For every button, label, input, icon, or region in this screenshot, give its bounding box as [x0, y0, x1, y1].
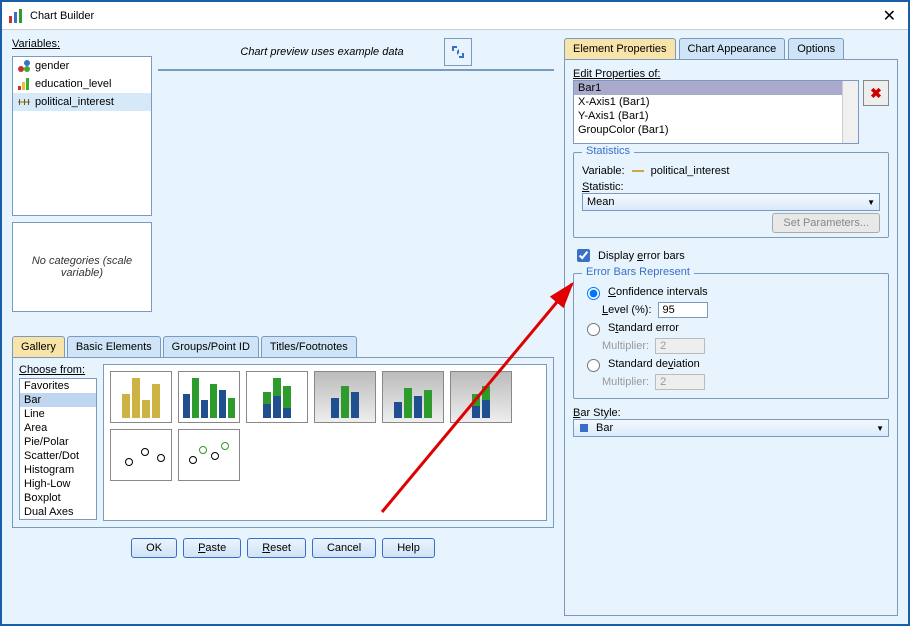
chart-type-dualaxes[interactable]: Dual Axes: [20, 505, 96, 519]
bar-icon: [578, 422, 590, 434]
scale-icon: [631, 164, 645, 178]
properties-listbox[interactable]: Bar1 X-Axis1 (Bar1) Y-Axis1 (Bar1) Group…: [573, 80, 859, 144]
chevron-down-icon: ▼: [876, 424, 884, 433]
tab-chart-appearance[interactable]: Chart Appearance: [679, 38, 786, 59]
chart-type-list[interactable]: Favorites Bar Line Area Pie/Polar Scatte…: [19, 378, 97, 520]
bar-style-label: Bar Style:: [573, 407, 889, 419]
cancel-button[interactable]: Cancel: [312, 538, 376, 558]
thumb-clustered-bar[interactable]: [178, 371, 240, 423]
radio-standard-deviation[interactable]: Standard deviation: [582, 356, 880, 372]
tab-options[interactable]: Options: [788, 38, 844, 59]
bar-style-value: Bar: [596, 422, 613, 434]
thumb-3d-stacked[interactable]: [450, 371, 512, 423]
chart-type-line[interactable]: Line: [20, 407, 96, 421]
gallery-thumbs: [103, 364, 547, 521]
chart-type-area[interactable]: Area: [20, 421, 96, 435]
radio-input[interactable]: [587, 359, 600, 372]
checkbox-input[interactable]: [577, 249, 590, 262]
chart-type-boxplot[interactable]: Boxplot: [20, 491, 96, 505]
lb-bar1[interactable]: Bar1: [574, 81, 858, 95]
statistics-group: Statistics Variable: political_interest …: [573, 152, 889, 238]
chart-type-histogram[interactable]: Histogram: [20, 463, 96, 477]
thumb-3d-clustered[interactable]: [382, 371, 444, 423]
scrollbar[interactable]: [842, 81, 858, 143]
no-categories-box: No categories (scale variable): [12, 222, 152, 312]
var-gender[interactable]: gender: [13, 57, 151, 75]
tab-element-properties[interactable]: Element Properties: [564, 38, 676, 59]
radio-standard-error[interactable]: Standard error: [582, 320, 880, 336]
choose-from-label: Choose from:: [19, 364, 97, 376]
properties-tabs: Element Properties Chart Appearance Opti…: [564, 38, 898, 59]
group-title: Statistics: [582, 145, 634, 157]
radio-input[interactable]: [587, 323, 600, 336]
tab-titles-footnotes[interactable]: Titles/Footnotes: [261, 336, 357, 357]
var-label-text: education_level: [35, 78, 111, 90]
ok-button[interactable]: OK: [131, 538, 177, 558]
thumb-simple-bar[interactable]: [110, 371, 172, 423]
chevron-down-icon: ▼: [867, 198, 875, 207]
app-icon: [8, 8, 24, 24]
reset-button[interactable]: Reset: [247, 538, 306, 558]
thumb-stacked-bar[interactable]: [246, 371, 308, 423]
chart-type-scatter[interactable]: Scatter/Dot: [20, 449, 96, 463]
help-button[interactable]: Help: [382, 538, 435, 558]
scale-icon: [17, 95, 31, 109]
variable-label: Variable:: [582, 165, 625, 177]
bar-style-combo[interactable]: Bar ▼: [573, 419, 889, 437]
chart-type-highlow[interactable]: High-Low: [20, 477, 96, 491]
set-parameters-button: Set Parameters...: [772, 213, 880, 233]
variables-label: Variables:: [12, 38, 152, 50]
radio-confidence-intervals[interactable]: Confidence intervals: [582, 284, 880, 300]
lb-groupcolor[interactable]: GroupColor (Bar1): [574, 123, 858, 137]
swap-axes-button[interactable]: [444, 38, 472, 66]
lb-yaxis[interactable]: Y-Axis1 (Bar1): [574, 109, 858, 123]
statistic-combo[interactable]: Mean ▼: [582, 193, 880, 211]
swap-icon: [449, 43, 467, 61]
group-title: Error Bars Represent: [582, 266, 694, 278]
var-label-text: gender: [35, 60, 69, 72]
var-education[interactable]: education_level: [13, 75, 151, 93]
statistic-value: Mean: [587, 196, 615, 208]
chart-type-pie[interactable]: Pie/Polar: [20, 435, 96, 449]
chart-type-favorites[interactable]: Favorites: [20, 379, 96, 393]
var-label-text: political_interest: [35, 96, 114, 108]
display-error-bars-checkbox[interactable]: Display error bars: [573, 246, 889, 265]
variables-list[interactable]: gender education_level political_interes…: [12, 56, 152, 216]
paste-button[interactable]: Paste: [183, 538, 241, 558]
thumb-3d-bar[interactable]: [314, 371, 376, 423]
tab-groups-point-id[interactable]: Groups/Point ID: [163, 336, 259, 357]
ordinal-icon: [17, 77, 31, 91]
tab-gallery[interactable]: Gallery: [12, 336, 65, 357]
multiplier-input: [655, 374, 705, 390]
variable-value: political_interest: [651, 165, 730, 177]
thumb-simple-error[interactable]: [110, 429, 172, 481]
titlebar: Chart Builder ✕: [2, 2, 908, 30]
nominal-icon: [17, 59, 31, 73]
level-input[interactable]: [658, 302, 708, 318]
tab-basic-elements[interactable]: Basic Elements: [67, 336, 161, 357]
edit-properties-label: Edit Properties of:: [573, 68, 889, 80]
window-title: Chart Builder: [30, 10, 877, 22]
var-political[interactable]: political_interest: [13, 93, 151, 111]
lb-xaxis[interactable]: X-Axis1 (Bar1): [574, 95, 858, 109]
close-button[interactable]: ✕: [877, 6, 902, 26]
thumb-clustered-error[interactable]: [178, 429, 240, 481]
bottom-tabs: Gallery Basic Elements Groups/Point ID T…: [12, 336, 554, 358]
radio-input[interactable]: [587, 287, 600, 300]
multiplier-input: [655, 338, 705, 354]
chart-type-bar[interactable]: Bar: [20, 393, 96, 407]
chart-canvas[interactable]: Clustered Bar Mean of political_int... M…: [158, 69, 554, 71]
dialog-buttons: OK Paste Reset Cancel Help: [12, 528, 554, 558]
error-bars-group: Error Bars Represent Confidence interval…: [573, 273, 889, 399]
delete-element-button[interactable]: ✖: [863, 80, 889, 106]
preview-hint: Chart preview uses example data: [240, 46, 403, 58]
